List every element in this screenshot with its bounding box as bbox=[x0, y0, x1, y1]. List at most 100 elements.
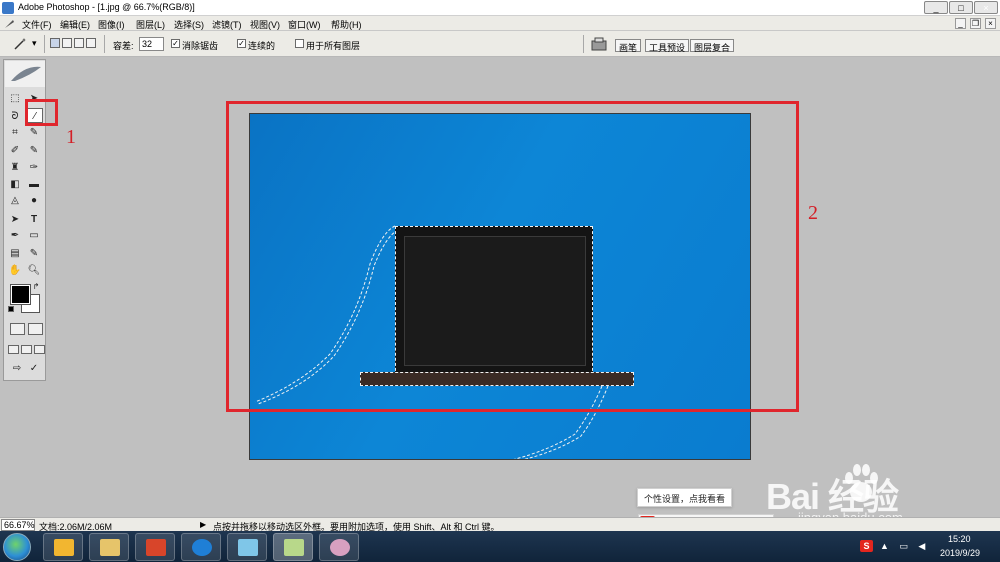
clock-date[interactable]: 2019/9/29 bbox=[940, 548, 980, 558]
zoom-field[interactable]: 66.67% bbox=[1, 519, 35, 531]
sogou-browser-icon bbox=[192, 539, 212, 556]
eyedropper-tool-icon[interactable]: ✎ bbox=[26, 246, 42, 261]
menu-select[interactable]: 选择(S) bbox=[174, 18, 204, 31]
tolerance-input[interactable]: 32 bbox=[139, 37, 164, 51]
foreground-color-swatch[interactable] bbox=[10, 284, 31, 305]
shape-tool-icon[interactable]: ▭ bbox=[26, 228, 42, 243]
status-arrow-icon[interactable]: ▶ bbox=[200, 520, 206, 529]
slice-tool-icon[interactable]: ✎ bbox=[26, 125, 42, 140]
tool-preset-chevron-icon[interactable]: ▾ bbox=[32, 38, 37, 49]
folder-icon bbox=[100, 539, 120, 556]
magic-wand-icon[interactable] bbox=[12, 36, 28, 52]
window-title: Adobe Photoshop - [1.jpg @ 66.7%(RGB/8)] bbox=[18, 2, 195, 12]
minimize-button[interactable]: _ bbox=[924, 1, 948, 14]
annotation-box-canvas bbox=[226, 101, 799, 412]
tray-sogou-icon[interactable]: S bbox=[860, 540, 873, 552]
blur-tool-icon[interactable]: ◬ bbox=[7, 193, 23, 208]
menu-filter[interactable]: 滤镜(T) bbox=[212, 18, 242, 31]
new-selection-button[interactable] bbox=[50, 38, 60, 48]
annotation-label-2: 2 bbox=[808, 202, 818, 224]
subtract-selection-button[interactable] bbox=[74, 38, 84, 48]
file-browser-icon[interactable] bbox=[591, 37, 607, 51]
menu-edit[interactable]: 编辑(E) bbox=[60, 18, 90, 31]
taskbar-paint[interactable] bbox=[319, 533, 359, 561]
options-separator bbox=[583, 35, 584, 53]
status-bar: 66.67% 文档:2.06M/2.06M ▶ 点按并拖移以移动选区外框。要用附… bbox=[0, 517, 1000, 532]
quick-mask-button[interactable] bbox=[28, 323, 43, 335]
notes-icon bbox=[238, 539, 258, 556]
photoshop-app-icon bbox=[2, 2, 14, 14]
windows-taskbar: S ▲ ▭ ◀ 15:20 2019/9/29 bbox=[0, 531, 1000, 562]
ime-tooltip[interactable]: 个性设置，点我看看 bbox=[637, 488, 733, 507]
marquee-tool-icon[interactable]: ⬚ bbox=[7, 91, 23, 106]
maximize-button[interactable]: □ bbox=[949, 1, 973, 14]
hand-tool-icon[interactable]: ✋ bbox=[7, 263, 23, 278]
start-button[interactable] bbox=[3, 533, 31, 561]
annotation-box-magic-wand bbox=[25, 99, 58, 126]
menu-help[interactable]: 帮助(H) bbox=[331, 18, 362, 31]
adobe-feather-icon[interactable] bbox=[5, 61, 45, 87]
antialias-checkbox[interactable]: ✓ bbox=[171, 39, 180, 48]
doc-minimize-button[interactable]: _ bbox=[955, 18, 966, 29]
all-layers-label: 用于所有图层 bbox=[306, 41, 361, 51]
notes-tool-icon[interactable]: ▤ bbox=[7, 246, 23, 261]
pen-tool-icon[interactable]: ✒ bbox=[7, 228, 23, 243]
palette-tab-brushes[interactable]: 画笔 bbox=[615, 39, 642, 53]
gradient-tool-icon[interactable]: ▬ bbox=[26, 177, 42, 192]
antialias-label: 消除锯齿 bbox=[182, 41, 219, 51]
tray-system-icons[interactable]: ▲ ▭ ◀ bbox=[880, 541, 929, 552]
path-selection-icon[interactable]: ➤ bbox=[7, 212, 23, 227]
intersect-selection-button[interactable] bbox=[86, 38, 96, 48]
jump-to-imageready-icon[interactable]: ⇨ bbox=[9, 361, 25, 376]
taskbar-sogou[interactable] bbox=[181, 533, 221, 561]
taskbar-photoshop[interactable] bbox=[273, 533, 313, 561]
swap-colors-icon[interactable]: ↱ bbox=[31, 282, 41, 292]
tolerance-label: 容差: bbox=[113, 41, 134, 51]
palette-tab-tool-presets[interactable]: 工具预设 bbox=[645, 39, 690, 53]
default-colors-icon[interactable] bbox=[8, 306, 14, 312]
standard-mode-button[interactable] bbox=[10, 323, 25, 335]
doc-close-button[interactable]: × bbox=[985, 18, 996, 29]
eraser-tool-icon[interactable]: ◧ bbox=[7, 177, 23, 192]
presentation-icon bbox=[146, 539, 166, 556]
menu-file[interactable]: 文件(F) bbox=[22, 18, 52, 31]
clock-time[interactable]: 15:20 bbox=[948, 534, 971, 544]
all-layers-checkbox[interactable] bbox=[295, 39, 304, 48]
history-brush-icon[interactable]: ✑ bbox=[26, 160, 42, 175]
crop-tool-icon[interactable]: ⌗ bbox=[7, 125, 23, 140]
paint-palette-icon bbox=[330, 539, 350, 556]
close-button[interactable]: × bbox=[974, 1, 998, 14]
taskbar-presentation[interactable] bbox=[135, 533, 175, 561]
options-separator bbox=[44, 35, 45, 53]
menu-image[interactable]: 图像(I) bbox=[98, 18, 125, 31]
options-bar: ▾ 容差: 32 ✓ 消除锯齿 ✓ 连续的 用于所有图层 画笔 工具预设 图层复… bbox=[0, 31, 1000, 57]
add-to-selection-button[interactable] bbox=[62, 38, 72, 48]
edit-imageready-icon[interactable]: ✓ bbox=[26, 361, 42, 376]
taskbar-notes[interactable] bbox=[227, 533, 267, 561]
contiguous-label: 连续的 bbox=[248, 41, 276, 51]
type-tool-icon[interactable]: T bbox=[26, 212, 42, 227]
qq-browser-icon bbox=[54, 539, 74, 556]
document-feather-icon[interactable] bbox=[4, 18, 15, 29]
menu-view[interactable]: 视图(V) bbox=[250, 18, 280, 31]
palette-tab-layer-comps[interactable]: 图层复合 bbox=[690, 39, 735, 53]
taskbar-qq-browser[interactable] bbox=[43, 533, 83, 561]
brush-tool-icon[interactable]: ✎ bbox=[26, 143, 42, 158]
doc-restore-button[interactable]: ❐ bbox=[970, 18, 981, 29]
screen-mode-standard[interactable] bbox=[8, 345, 19, 354]
taskbar-file-explorer[interactable] bbox=[89, 533, 129, 561]
menu-bar: 文件(F) 编辑(E) 图像(I) 图层(L) 选择(S) 滤镜(T) 视图(V… bbox=[0, 16, 1000, 31]
healing-brush-icon[interactable]: ✐ bbox=[7, 143, 23, 158]
menu-layer[interactable]: 图层(L) bbox=[136, 18, 165, 31]
screen-mode-full[interactable] bbox=[34, 345, 45, 354]
annotation-label-1: 1 bbox=[66, 126, 76, 148]
clone-stamp-icon[interactable]: ♜ bbox=[7, 160, 23, 175]
menu-window[interactable]: 窗口(W) bbox=[288, 18, 321, 31]
contiguous-checkbox[interactable]: ✓ bbox=[237, 39, 246, 48]
zoom-tool-icon[interactable]: 🔍︎ bbox=[26, 263, 42, 278]
screen-mode-full-menu[interactable] bbox=[21, 345, 32, 354]
dodge-tool-icon[interactable]: ● bbox=[26, 193, 42, 208]
lasso-tool-icon[interactable]: ᘐ bbox=[7, 109, 23, 124]
options-separator bbox=[104, 35, 105, 53]
photoshop-icon bbox=[284, 539, 304, 556]
